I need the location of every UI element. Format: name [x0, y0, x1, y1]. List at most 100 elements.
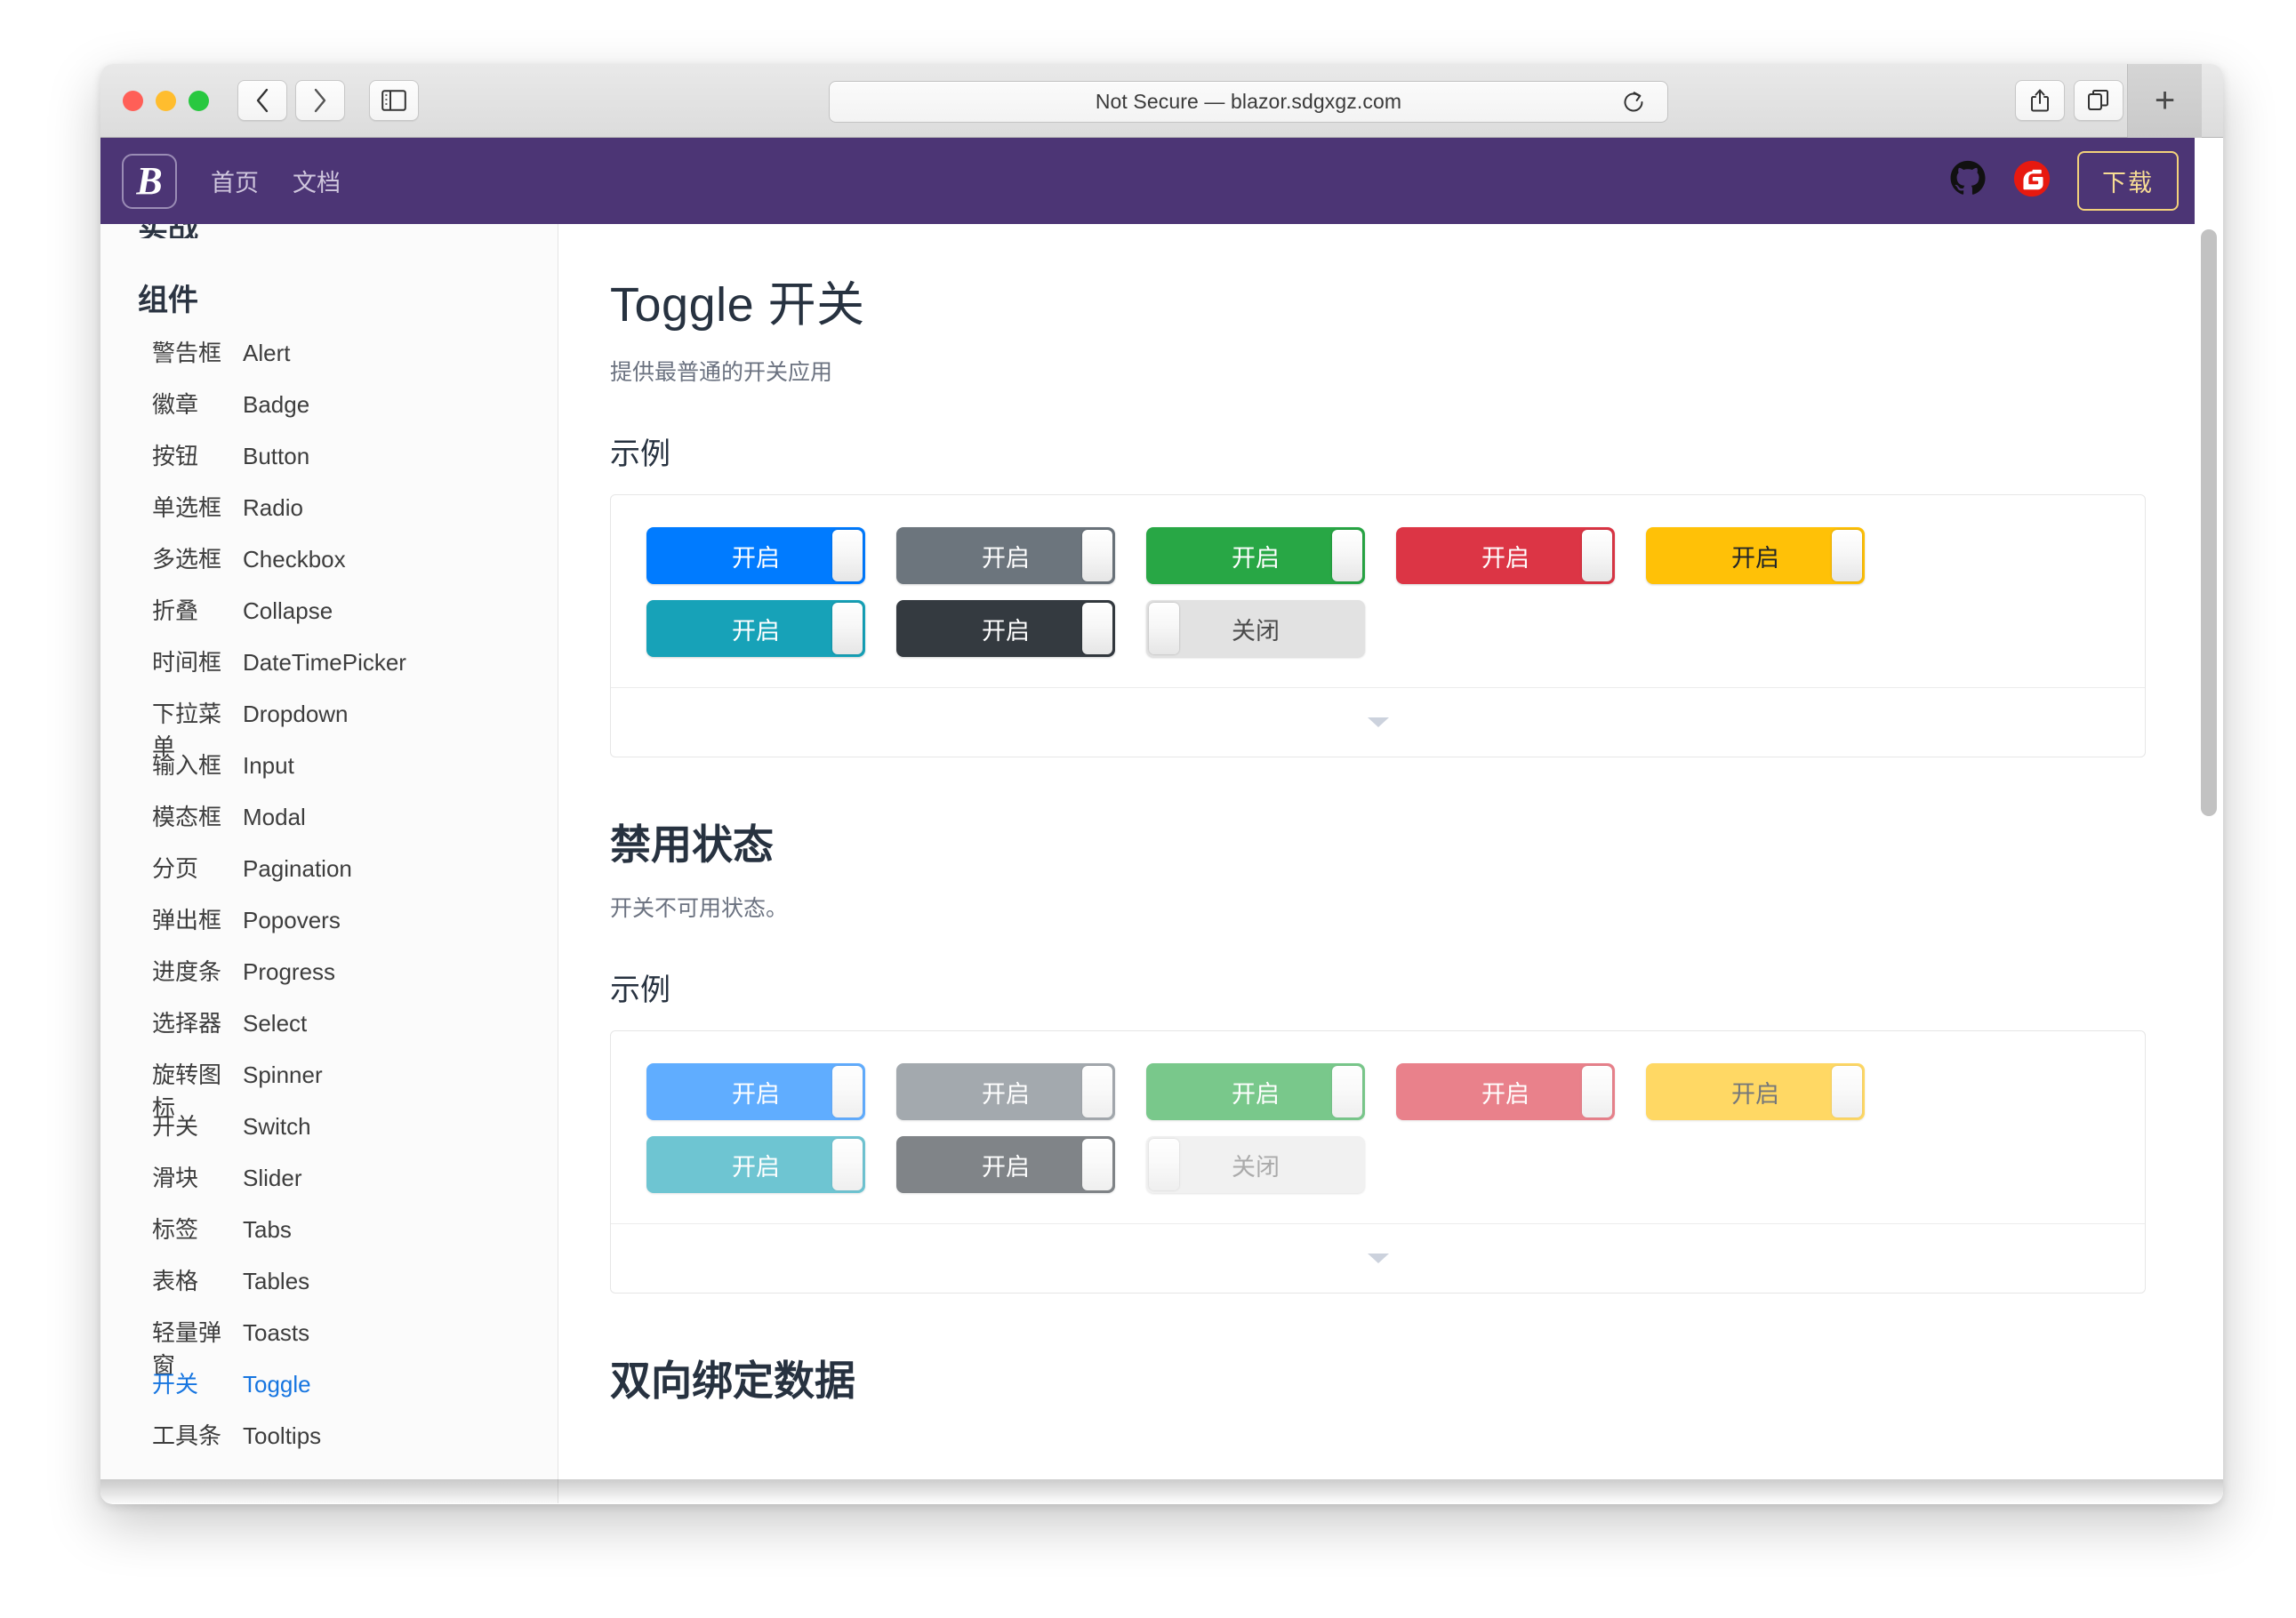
brand-logo[interactable]: B	[122, 153, 177, 209]
toggle-label: 开启	[1481, 1080, 1529, 1108]
sidebar-item-radio[interactable]: 单选框 Radio	[100, 490, 558, 541]
sidebar-item-label-cn: 表格	[152, 1268, 199, 1294]
forward-button[interactable]	[295, 80, 345, 121]
browser-toolbar: Not Secure — blazor.sdgxgz.com +	[100, 64, 2223, 138]
sidebar-item-label-en: Input	[243, 752, 294, 779]
toggle-label: 开启	[1481, 544, 1529, 572]
sidebar-item-modal[interactable]: 模态框 Modal	[100, 799, 558, 851]
sidebar-item-input[interactable]: 输入框 Input	[100, 748, 558, 799]
sidebar-item-spinner[interactable]: 旋转图标 Spinner	[100, 1057, 558, 1121]
address-bar[interactable]: Not Secure — blazor.sdgxgz.com	[829, 81, 1668, 123]
sidebar-item-progress[interactable]: 进度条 Progress	[100, 954, 558, 1005]
sidebar-item-label-en: Select	[243, 1010, 308, 1037]
toggle-knob[interactable]	[1082, 603, 1112, 654]
sidebar-item-label-cn: 折叠	[152, 597, 199, 624]
toggle-label: 开启	[732, 617, 780, 645]
toggle-row: 开启 开启 关闭	[646, 1136, 2109, 1193]
toggle-switch-on[interactable]: 开启	[1396, 527, 1615, 584]
toggle-knob[interactable]	[1332, 1066, 1362, 1117]
minimize-window-button[interactable]	[156, 90, 176, 111]
toggle-switch-on-disabled: 开启	[1146, 1063, 1365, 1120]
sidebar-item-label-cn: 进度条	[152, 958, 222, 985]
back-button[interactable]	[237, 80, 287, 121]
sidebar-item-badge[interactable]: 徽章 Badge	[100, 387, 558, 438]
page-scrollbar[interactable]	[2195, 224, 2223, 1503]
gitee-icon[interactable]	[2013, 160, 2051, 202]
toggle-knob[interactable]	[832, 1139, 863, 1190]
toggle-switch-off[interactable]: 关闭	[1146, 600, 1365, 657]
new-tab-button[interactable]: +	[2127, 64, 2202, 138]
sidebar-item-button[interactable]: 按钮 Button	[100, 438, 558, 490]
toggle-knob[interactable]	[1332, 530, 1362, 581]
example-card-enabled: 开启 开启 开启 开启 开启 开启 开启 关闭	[610, 494, 2146, 757]
sidebar-item-tooltips[interactable]: 工具条 Tooltips	[100, 1418, 558, 1470]
sidebar-item-label-en: Radio	[243, 494, 303, 521]
toggle-knob[interactable]	[832, 603, 863, 654]
toggle-knob[interactable]	[1149, 603, 1179, 654]
toggle-switch-on[interactable]: 开启	[646, 527, 865, 584]
page-title: Toggle 开关	[610, 278, 865, 332]
github-icon[interactable]	[1949, 160, 1987, 202]
toggle-knob[interactable]	[1082, 1066, 1112, 1117]
sidebar-item-slider[interactable]: 滑块 Slider	[100, 1160, 558, 1212]
share-icon	[2031, 89, 2049, 112]
toggle-knob[interactable]	[1082, 1139, 1112, 1190]
section-title-disabled: 禁用状态	[610, 821, 774, 868]
sidebar-item-tables[interactable]: 表格 Tables	[100, 1263, 558, 1315]
download-button[interactable]: 下载	[2077, 151, 2179, 211]
navigation-buttons	[237, 80, 345, 121]
page-viewport: B 首页 文档 下载 组件 警告框 Alert 徽章 Badge 按钮 Butt…	[100, 138, 2223, 1503]
toggle-knob[interactable]	[832, 1066, 863, 1117]
example-card-disabled: 开启 开启 开启 开启 开启 开启 开启 关闭	[610, 1030, 2146, 1294]
sidebar-item-label-en: Progress	[243, 958, 336, 985]
toggle-knob[interactable]	[832, 530, 863, 581]
sidebar-item-label-cn: 标签	[152, 1216, 199, 1243]
sidebar-item-label-en: Popovers	[243, 907, 341, 933]
sidebar-item-dropdown[interactable]: 下拉菜单 Dropdown	[100, 696, 558, 760]
toggle-switch-off-disabled: 关闭	[1146, 1136, 1365, 1193]
toggle-knob[interactable]	[1832, 530, 1862, 581]
main-content: Toggle 开关 提供最普通的开关应用 示例 开启 开启 开启 开启 开启 开启 开启 关闭…	[558, 224, 2195, 1503]
chevron-left-icon	[256, 88, 269, 113]
toggle-knob[interactable]	[1832, 1066, 1862, 1117]
section-title-binding: 双向绑定数据	[610, 1358, 855, 1404]
toggle-knob[interactable]	[1149, 1139, 1179, 1190]
sidebar-item-toasts[interactable]: 轻量弹窗 Toasts	[100, 1315, 558, 1379]
sidebar-item-datetimepicker[interactable]: 时间框 DateTimePicker	[100, 645, 558, 696]
sidebar-item-label-cn: 工具条	[152, 1422, 222, 1449]
nav-link-docs[interactable]: 文档	[293, 164, 341, 198]
sidebar-item-collapse[interactable]: 折叠 Collapse	[100, 593, 558, 645]
toggle-label: 开启	[982, 1153, 1030, 1181]
chevron-down-icon[interactable]	[1367, 1254, 1389, 1263]
example-expand-footer-1[interactable]	[611, 687, 2145, 757]
sidebar-toggle-button[interactable]	[369, 80, 419, 121]
toggle-switch-on[interactable]: 开启	[1146, 527, 1365, 584]
tab-overview-button[interactable]	[2074, 80, 2123, 121]
toggle-knob[interactable]	[1582, 1066, 1612, 1117]
example-expand-footer-2[interactable]	[611, 1223, 2145, 1293]
nav-link-home[interactable]: 首页	[211, 164, 259, 198]
toggle-switch-on[interactable]: 开启	[646, 600, 865, 657]
toggle-switch-on[interactable]: 开启	[1646, 527, 1865, 584]
chevron-down-icon[interactable]	[1367, 717, 1389, 727]
sidebar-item-switch[interactable]: 开关 Switch	[100, 1109, 558, 1160]
sidebar-item-checkbox[interactable]: 多选框 Checkbox	[100, 541, 558, 593]
sidebar-item-alert[interactable]: 警告框 Alert	[100, 335, 558, 387]
sidebar-item-popovers[interactable]: 弹出框 Popovers	[100, 902, 558, 954]
toggle-label: 开启	[1731, 544, 1779, 572]
toggle-switch-on[interactable]: 开启	[896, 527, 1115, 584]
toggle-knob[interactable]	[1082, 530, 1112, 581]
maximize-window-button[interactable]	[189, 90, 209, 111]
share-button[interactable]	[2015, 80, 2065, 121]
close-window-button[interactable]	[123, 90, 143, 111]
toggle-label: 开启	[1232, 544, 1280, 572]
sidebar-item-select[interactable]: 选择器 Select	[100, 1005, 558, 1057]
page-scrollbar-thumb[interactable]	[2201, 229, 2217, 816]
tab-overview-icon	[2088, 90, 2108, 110]
sidebar-item-toggle[interactable]: 开关 Toggle	[100, 1366, 558, 1418]
sidebar-item-tabs[interactable]: 标签 Tabs	[100, 1212, 558, 1263]
reload-button[interactable]	[1612, 81, 1655, 123]
sidebar-item-pagination[interactable]: 分页 Pagination	[100, 851, 558, 902]
toggle-switch-on[interactable]: 开启	[896, 600, 1115, 657]
toggle-knob[interactable]	[1582, 530, 1612, 581]
